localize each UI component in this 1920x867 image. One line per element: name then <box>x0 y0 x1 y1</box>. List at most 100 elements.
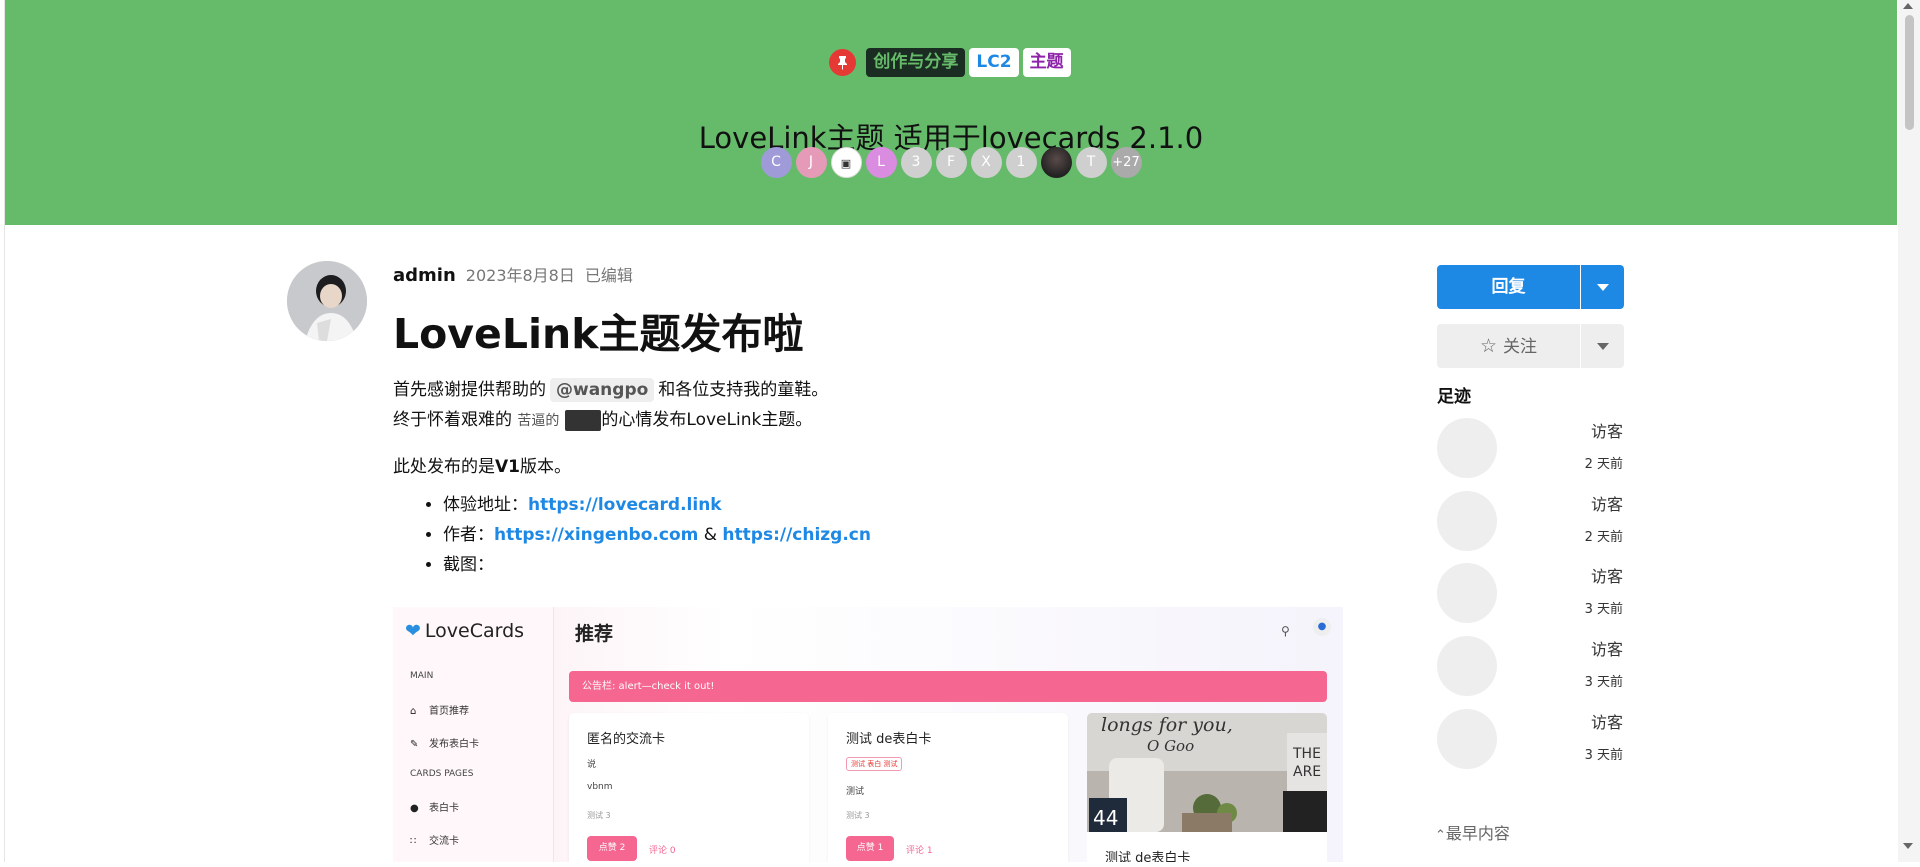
author-name[interactable]: admin <box>393 265 456 286</box>
pin-icon <box>829 49 857 76</box>
shot-comment-count: 评论 1 <box>906 846 933 856</box>
shot-logo-text: LoveCards <box>424 620 525 642</box>
shot-card-text: vbnm <box>587 782 613 792</box>
participant-avatar[interactable]: L <box>865 147 897 178</box>
footprint-heading: 足迹 <box>1437 387 1471 407</box>
follow-dropdown-button[interactable] <box>1581 324 1624 368</box>
participant-avatar[interactable]: ▣ <box>830 147 862 178</box>
user-mention[interactable]: @wangpo <box>550 378 655 402</box>
author-link-2[interactable]: https://chizg.cn <box>722 525 871 545</box>
shot-card: 测试 de表白卡 测试 表白 测试 测试 测试 3 点赞 1 评论 1 <box>828 713 1068 862</box>
shot-card-text: 说 <box>587 760 597 770</box>
more-participants-count[interactable]: +27 <box>1110 147 1142 178</box>
list-item: 体验地址：https://lovecard.link <box>443 490 1343 520</box>
shot-nav-confession: ● 表白卡 <box>410 799 459 814</box>
author-link-1[interactable]: https://xingenbo.com <box>494 525 698 545</box>
participant-avatar[interactable]: C <box>760 147 792 178</box>
footprint-item[interactable]: 访客 2 天前 <box>1437 491 1627 553</box>
shot-nav-home: ⌂ 首页推荐 <box>410 702 469 717</box>
body-line-1: 首先感谢提供帮助的 @wangpo 和各位支持我的童鞋。 <box>393 375 1343 405</box>
visitor-avatar <box>1437 418 1497 478</box>
shot-notice-bar: 公告栏: alert—check it out! <box>569 671 1327 702</box>
post-body: 首先感谢提供帮助的 @wangpo 和各位支持我的童鞋。 终于怀着艰难的 苦逼的 的心… <box>393 375 1343 580</box>
body-line-2: 终于怀着艰难的 苦逼的 的心情发布LoveLink主题。 <box>393 405 1343 436</box>
edited-label: 已编辑 <box>584 266 633 285</box>
shot-card-title: 测试 de表白卡 <box>846 732 932 747</box>
shot-card-photo: longs for you, O Goo 44 THE ARE <box>1087 713 1327 832</box>
demo-link[interactable]: https://lovecard.link <box>528 495 722 515</box>
shot-nav-label: 发布表白卡 <box>429 739 479 750</box>
participant-avatar[interactable]: 3 <box>900 147 932 178</box>
tag-lc2[interactable]: LC2 <box>969 48 1019 77</box>
participant-avatar[interactable]: T <box>1075 147 1107 178</box>
home-icon: ⌂ <box>410 706 417 717</box>
post-title: LoveLink主题发布啦 <box>393 310 804 358</box>
visitor-name: 访客 <box>1590 640 1623 659</box>
earliest-label: 最早内容 <box>1445 824 1510 843</box>
visit-time: 3 天前 <box>1584 675 1623 690</box>
shot-nav-label: 表白卡 <box>429 803 459 814</box>
discussion-hero: 创作与分享 LC2 主题 LoveLink主题 适用于lovecards 2.1.0… <box>5 0 1897 225</box>
svg-text:ARE: ARE <box>1293 764 1321 780</box>
reply-button[interactable]: 回复 <box>1437 265 1580 309</box>
post-meta: admin 2023年8月8日 已编辑 <box>393 262 633 286</box>
visit-time: 2 天前 <box>1584 530 1623 545</box>
participant-avatar[interactable]: F <box>935 147 967 178</box>
tag-create-share[interactable]: 创作与分享 <box>866 48 966 77</box>
shot-nav-exchange: ∷ 交流卡 <box>410 832 459 847</box>
participant-avatar[interactable]: J <box>795 147 827 178</box>
body-text: 和各位支持我的童鞋。 <box>658 380 829 400</box>
small-text: 苦逼的 <box>517 413 560 429</box>
author-avatar[interactable] <box>287 261 367 341</box>
list-label: 作者： <box>443 525 494 545</box>
screenshot-image[interactable]: ❤ LoveCards MAIN ⌂ 首页推荐 ✎ 发布表白卡 CARDS PAGES… <box>393 607 1343 862</box>
tag-row: 创作与分享 LC2 主题 <box>5 48 1897 77</box>
scroll-down-arrow-icon[interactable] <box>1903 843 1913 849</box>
shot-nav-publish: ✎ 发布表白卡 <box>410 735 479 750</box>
body-text: 首先感谢提供帮助的 <box>393 380 546 400</box>
body-text: 的心情发布LoveLink主题。 <box>601 410 813 430</box>
tag-theme[interactable]: 主题 <box>1022 48 1071 77</box>
reply-dropdown-button[interactable] <box>1581 265 1624 309</box>
shot-nav-label: 首页推荐 <box>429 706 469 717</box>
participant-avatar[interactable]: 1 <box>1005 147 1037 178</box>
svg-text:O Goo: O Goo <box>1147 737 1194 755</box>
participant-avatar[interactable]: X <box>970 147 1002 178</box>
visitor-avatar <box>1437 563 1497 623</box>
footprint-item[interactable]: 访客 3 天前 <box>1437 709 1627 771</box>
shot-card-meta: 测试 3 <box>846 811 870 820</box>
shot-card-title: 测试 de表白卡 <box>1105 851 1191 862</box>
svg-text:THE: THE <box>1292 746 1321 762</box>
bell-icon: ● <box>1313 618 1331 636</box>
footprint-item[interactable]: 访客 3 天前 <box>1437 563 1627 625</box>
body-line-3: 此处发布的是V1版本。 <box>393 452 1343 482</box>
shot-like-button: 点赞 1 <box>846 836 894 861</box>
follow-button[interactable]: ☆ 关注 <box>1437 324 1580 368</box>
scrollbar-thumb[interactable] <box>1905 15 1914 130</box>
visitor-avatar <box>1437 491 1497 551</box>
shot-sidebar: ❤ LoveCards MAIN ⌂ 首页推荐 ✎ 发布表白卡 CARDS PAGES… <box>393 607 554 862</box>
shot-nav-label: 交流卡 <box>429 836 459 847</box>
spoiler-block[interactable] <box>565 409 602 431</box>
shot-section-cards: CARDS PAGES <box>410 769 474 779</box>
visitor-avatar <box>1437 636 1497 696</box>
body-text: 终于怀着艰难的 <box>393 410 512 430</box>
chevron-down-icon <box>1597 343 1609 350</box>
shot-card: 匿名的交流卡 说 vbnm 测试 3 点赞 2 评论 0 <box>569 713 809 862</box>
visitor-name: 访客 <box>1590 495 1623 514</box>
body-list: 体验地址：https://lovecard.link 作者：https://xi… <box>393 490 1343 580</box>
participant-avatar[interactable] <box>1040 147 1072 178</box>
earliest-content-link[interactable]: ⌃最早内容 <box>1435 820 1510 844</box>
post-date[interactable]: 2023年8月8日 <box>466 266 575 285</box>
page-scrollbar[interactable] <box>1898 0 1920 862</box>
body-text: 此处发布的是 <box>393 457 495 477</box>
visitor-avatar <box>1437 709 1497 769</box>
participant-avatars: C J ▣ L 3 F X 1 T +27 <box>5 147 1897 178</box>
shot-card-meta: 测试 3 <box>587 811 611 820</box>
footprint-item[interactable]: 访客 2 天前 <box>1437 418 1627 480</box>
footprint-item[interactable]: 访客 3 天前 <box>1437 636 1627 698</box>
shot-card-title: 匿名的交流卡 <box>587 732 666 747</box>
visitor-name: 访客 <box>1590 422 1623 441</box>
scroll-up-arrow-icon[interactable] <box>1903 3 1913 9</box>
heart-icon: ❤ <box>405 620 421 642</box>
